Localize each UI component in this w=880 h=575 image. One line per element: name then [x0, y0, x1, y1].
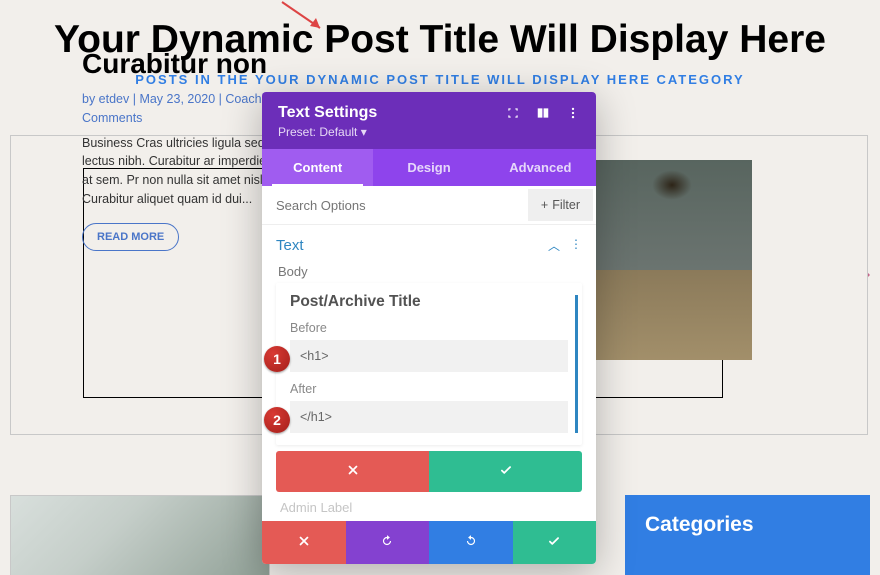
- admin-label-section[interactable]: Admin Label: [262, 500, 596, 519]
- categories-title: Categories: [645, 513, 850, 537]
- check-icon: [499, 463, 513, 477]
- panel-title: Text Settings: [278, 104, 377, 122]
- redo-button[interactable]: [429, 521, 513, 564]
- columns-icon[interactable]: [536, 106, 550, 120]
- categories-widget: Categories: [625, 495, 870, 575]
- close-icon: [346, 463, 360, 477]
- before-label: Before: [290, 321, 568, 335]
- save-button[interactable]: [513, 521, 597, 564]
- chevron-down-icon: ▾: [361, 125, 367, 139]
- check-icon: [547, 534, 561, 548]
- preset-label[interactable]: Preset: Default ▾: [278, 125, 580, 139]
- panel-header[interactable]: Text Settings Preset: Default ▾: [262, 92, 596, 149]
- text-settings-panel: Text Settings Preset: Default ▾ Content …: [262, 92, 596, 564]
- post-title[interactable]: Curabitur non: [82, 48, 342, 80]
- chevron-up-icon[interactable]: ︿: [548, 237, 560, 254]
- after-label: After: [290, 382, 568, 396]
- close-icon: [297, 534, 311, 548]
- tab-design[interactable]: Design: [373, 149, 484, 186]
- dynamic-confirm-button[interactable]: [429, 451, 582, 492]
- plus-icon: +: [541, 198, 548, 212]
- discard-button[interactable]: [262, 521, 346, 564]
- tab-advanced[interactable]: Advanced: [485, 149, 596, 186]
- annotation-badge-1: 1: [264, 346, 290, 372]
- dynamic-content-block: Post/Archive Title Before 1 After 2: [276, 283, 582, 445]
- filter-button[interactable]: + Filter: [528, 189, 593, 221]
- undo-button[interactable]: [346, 521, 430, 564]
- tabs: Content Design Advanced: [262, 149, 596, 186]
- more-icon[interactable]: [566, 106, 580, 120]
- body-label: Body: [262, 258, 596, 283]
- annotation-badge-2: 2: [264, 407, 290, 433]
- active-indicator: [575, 295, 578, 433]
- after-input[interactable]: [290, 401, 568, 433]
- undo-icon: [380, 534, 394, 548]
- dynamic-cancel-button[interactable]: [276, 451, 429, 492]
- before-input[interactable]: [290, 340, 568, 372]
- dynamic-title: Post/Archive Title: [290, 293, 568, 311]
- secondary-post-thumb[interactable]: [10, 495, 270, 575]
- search-input[interactable]: [262, 187, 525, 224]
- section-more-icon[interactable]: ⋮: [570, 237, 582, 254]
- expand-icon[interactable]: [506, 106, 520, 120]
- panel-footer: [262, 521, 596, 564]
- section-text-title[interactable]: Text: [276, 237, 304, 254]
- post-image: [592, 160, 752, 360]
- tab-content[interactable]: Content: [262, 149, 373, 186]
- redo-icon: [464, 534, 478, 548]
- dynamic-actions: [276, 451, 582, 492]
- read-more-button[interactable]: READ MORE: [82, 223, 179, 251]
